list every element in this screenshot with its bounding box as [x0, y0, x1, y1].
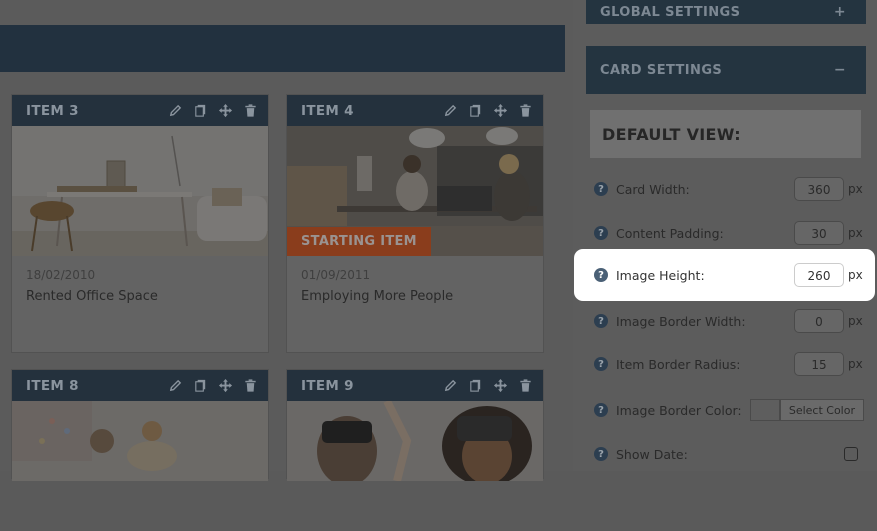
card-date: 18/02/2010: [26, 268, 96, 282]
help-icon[interactable]: ?: [594, 357, 608, 371]
unit-label: px: [848, 357, 863, 371]
item-border-radius-row: ? Item Border Radius: 15 px: [594, 351, 864, 377]
show-date-row: ? Show Date:: [594, 441, 864, 467]
card-image-meeting: [12, 401, 268, 531]
card-width-input[interactable]: 360: [794, 177, 844, 201]
item-border-radius-input[interactable]: 15: [794, 352, 844, 376]
help-icon[interactable]: ?: [594, 314, 608, 328]
move-icon[interactable]: [493, 378, 508, 393]
timeline-header-bar: [0, 25, 565, 72]
card-text: Employing More People: [301, 289, 454, 304]
card-image-office-desk: [12, 126, 268, 256]
card-title: ITEM 3: [26, 102, 79, 119]
highlight-spotlight: ? Image Height: 260 px: [574, 249, 875, 301]
card-settings-header[interactable]: CARD SETTINGS −: [586, 46, 866, 94]
field-label: Content Padding:: [616, 225, 724, 241]
card-body: 18/02/2010 Rented Office Space: [12, 256, 268, 316]
field-label: Image Border Width:: [616, 313, 746, 329]
card-header: ITEM 3: [12, 95, 268, 126]
trash-icon[interactable]: [518, 378, 533, 393]
help-icon[interactable]: ?: [594, 403, 608, 417]
move-icon[interactable]: [218, 378, 233, 393]
card-title: ITEM 8: [26, 377, 79, 394]
pencil-icon[interactable]: [443, 378, 458, 393]
card-title: ITEM 9: [301, 377, 354, 394]
card-tools: [168, 103, 258, 118]
card-tools: [443, 378, 533, 393]
timeline-card-item-8[interactable]: ITEM 8: [11, 369, 269, 481]
trash-icon[interactable]: [243, 103, 258, 118]
starting-item-badge: STARTING ITEM: [287, 227, 431, 256]
card-title: ITEM 4: [301, 102, 354, 119]
card-settings-title: CARD SETTINGS: [600, 62, 723, 78]
move-icon[interactable]: [493, 103, 508, 118]
unit-label: px: [848, 226, 863, 240]
copy-icon[interactable]: [193, 378, 208, 393]
image-height-row: ? Image Height: 260 px: [594, 262, 864, 288]
copy-icon[interactable]: [468, 103, 483, 118]
show-date-checkbox[interactable]: [844, 447, 858, 461]
unit-label: px: [848, 182, 863, 196]
field-label: Item Border Radius:: [616, 356, 741, 372]
card-tools: [168, 378, 258, 393]
field-label: Image Border Color:: [616, 402, 742, 418]
card-image-vr-headsets: [287, 401, 543, 531]
timeline-card-item-3[interactable]: ITEM 3 18/02/2010 Rented Office Space: [11, 94, 269, 353]
content-padding-row: ? Content Padding: 30 px: [594, 220, 864, 246]
field-label: Show Date:: [616, 446, 688, 462]
card-body: 01/09/2011 Employing More People: [287, 256, 543, 316]
card-header: ITEM 9: [287, 370, 543, 401]
select-color-button[interactable]: Select Color: [779, 399, 864, 421]
pencil-icon[interactable]: [443, 103, 458, 118]
pencil-icon[interactable]: [168, 103, 183, 118]
card-date: 01/09/2011: [301, 268, 371, 282]
timeline-card-item-9[interactable]: ITEM 9: [286, 369, 544, 486]
card-width-row: ? Card Width: 360 px: [594, 176, 864, 202]
field-label: Image Height:: [616, 267, 705, 283]
unit-label: px: [848, 268, 863, 282]
content-padding-input[interactable]: 30: [794, 221, 844, 245]
copy-icon[interactable]: [468, 378, 483, 393]
expand-toggle-icon[interactable]: +: [834, 4, 846, 20]
timeline-canvas: ITEM 3 18/02/2010 Rented Office Space IT…: [0, 0, 573, 486]
help-icon[interactable]: ?: [594, 226, 608, 240]
collapse-toggle-icon[interactable]: −: [834, 62, 846, 78]
unit-label: px: [848, 314, 863, 328]
field-label: Card Width:: [616, 181, 690, 197]
pencil-icon[interactable]: [168, 378, 183, 393]
move-icon[interactable]: [218, 103, 233, 118]
global-settings-header[interactable]: GLOBAL SETTINGS +: [586, 0, 866, 24]
image-height-input[interactable]: 260: [794, 263, 844, 287]
trash-icon[interactable]: [243, 378, 258, 393]
help-icon[interactable]: ?: [594, 447, 608, 461]
copy-icon[interactable]: [193, 103, 208, 118]
card-header: ITEM 4: [287, 95, 543, 126]
image-border-width-input[interactable]: 0: [794, 309, 844, 333]
card-text: Rented Office Space: [26, 289, 158, 304]
image-border-color-row: ? Image Border Color: Select Color: [594, 397, 864, 423]
help-icon[interactable]: ?: [594, 182, 608, 196]
card-tools: [443, 103, 533, 118]
trash-icon[interactable]: [518, 103, 533, 118]
image-border-width-row: ? Image Border Width: 0 px: [594, 308, 864, 334]
timeline-card-item-4[interactable]: ITEM 4 STARTING ITEM 01/09/2011 Employin…: [286, 94, 544, 353]
card-header: ITEM 8: [12, 370, 268, 401]
default-view-heading: DEFAULT VIEW:: [590, 110, 861, 158]
color-swatch[interactable]: [749, 399, 780, 421]
global-settings-title: GLOBAL SETTINGS: [600, 5, 741, 20]
help-icon[interactable]: ?: [594, 268, 608, 282]
card-image-office-people: STARTING ITEM: [287, 126, 543, 256]
